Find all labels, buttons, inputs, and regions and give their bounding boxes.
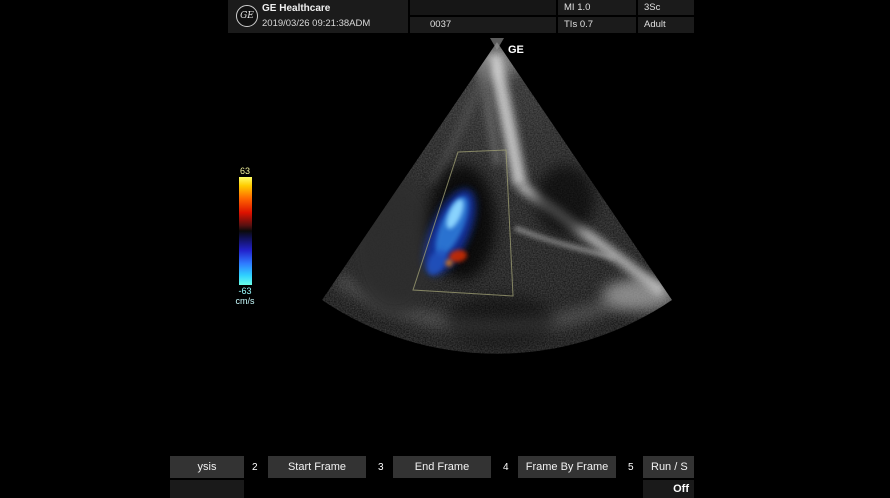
image-orientation-label: GE (508, 44, 524, 56)
datetime-text: 2019/03/26 09:21:38ADM (262, 18, 370, 29)
ge-logo-icon: GE (236, 5, 258, 27)
echo-sector (300, 38, 700, 368)
vendor-block: GE GE Healthcare 2019/03/26 09:21:38ADM (228, 0, 408, 33)
header-spacer-block (410, 0, 556, 15)
softkey-start-frame-button[interactable]: Start Frame (268, 456, 366, 478)
softkey-5-number: 5 (628, 456, 634, 478)
echo-image: GE (0, 0, 890, 498)
tis-value: TIs 0.7 (558, 17, 636, 33)
colorbar-unit-label: cm/s (232, 296, 258, 306)
doppler-colorbar: 63 -63 cm/s (232, 166, 258, 306)
apex-marker-icon (490, 38, 504, 50)
softkey-frame-by-frame-button[interactable]: Frame By Frame (518, 456, 616, 478)
colorbar-max-label: 63 (232, 166, 258, 176)
vendor-name: GE Healthcare (262, 3, 330, 14)
patient-type: Adult (638, 17, 694, 33)
softkey-2-number: 2 (252, 456, 258, 478)
colorbar-gradient (239, 177, 252, 285)
softkey-3-number: 3 (378, 456, 384, 478)
mi-value: MI 1.0 (558, 0, 636, 15)
probe-name: 3Sc (638, 0, 694, 15)
softkey-run-stop-state[interactable]: Off (643, 480, 694, 498)
softkey-analysis-sub-slot (170, 480, 244, 498)
ge-logo-text: GE (240, 11, 254, 21)
softkey-analysis-button[interactable]: ysis (170, 456, 244, 478)
softkey-end-frame-button[interactable]: End Frame (393, 456, 491, 478)
colorbar-min-label: -63 (232, 286, 258, 296)
softkey-4-number: 4 (503, 456, 509, 478)
exam-number: 0037 (410, 17, 556, 33)
softkey-run-stop-button[interactable]: Run / S (643, 456, 694, 478)
